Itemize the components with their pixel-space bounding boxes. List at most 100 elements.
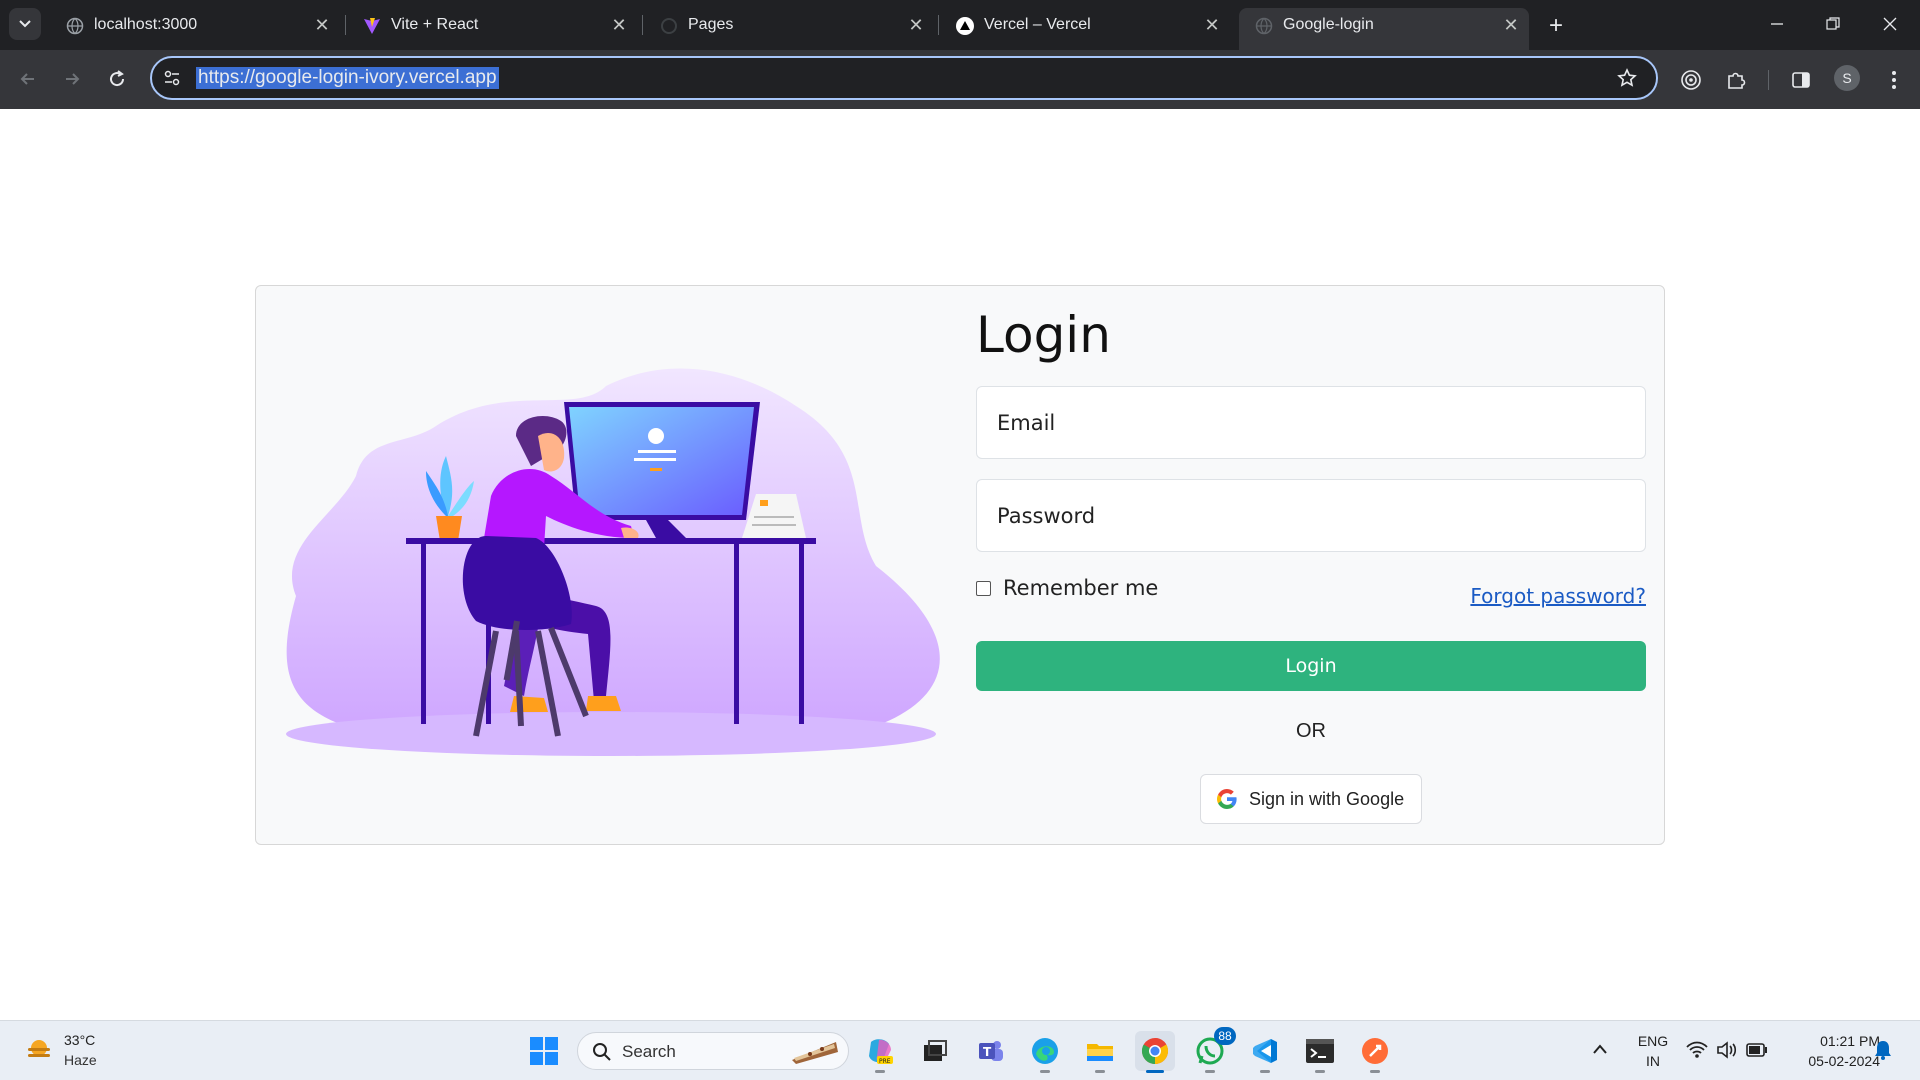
taskbar-teams[interactable]: T — [971, 1031, 1011, 1071]
windows-taskbar: 33°C Haze Search PRE T 88 ENG IN 01:21 P… — [0, 1020, 1920, 1080]
chrome-icon — [1141, 1037, 1169, 1065]
tab-title: localhost:3000 — [94, 16, 198, 33]
google-g-icon — [1217, 789, 1237, 809]
restore-icon — [1826, 17, 1840, 30]
clock-time[interactable]: 01:21 PM — [1780, 1033, 1880, 1049]
close-icon[interactable]: ✕ — [609, 15, 629, 35]
taskbar-edge[interactable] — [1025, 1031, 1065, 1073]
page-title: Login — [976, 306, 1111, 364]
globe-icon — [66, 17, 84, 35]
tab-localhost[interactable]: localhost:3000 ✕ — [50, 8, 340, 42]
address-bar[interactable]: https://google-login-ivory.vercel.app — [150, 56, 1658, 100]
login-form: Login Remember me Forgot password? Login… — [976, 286, 1646, 846]
close-window-button[interactable] — [1862, 0, 1918, 48]
teams-icon: T — [979, 1041, 1003, 1061]
menu-kebab-icon[interactable] — [1879, 65, 1909, 95]
notification-bell-icon[interactable] — [1874, 1040, 1892, 1060]
restore-button[interactable] — [1805, 0, 1861, 48]
checkbox-box[interactable] — [976, 580, 991, 596]
tab-google-login[interactable]: Google-login ✕ — [1239, 8, 1529, 50]
reload-icon — [110, 70, 125, 87]
input-language[interactable]: ENG — [1635, 1033, 1671, 1049]
taskbar-postman[interactable] — [1355, 1031, 1395, 1073]
folder-icon — [1087, 1044, 1113, 1061]
battery-icon[interactable] — [1746, 1043, 1768, 1057]
reload-button[interactable] — [101, 63, 133, 95]
running-indicator — [1040, 1070, 1050, 1073]
login-card: Login Remember me Forgot password? Login… — [255, 285, 1665, 845]
volume-icon[interactable] — [1716, 1041, 1738, 1059]
url-text[interactable]: https://google-login-ivory.vercel.app — [196, 67, 499, 89]
forgot-password-link[interactable]: Forgot password? — [1470, 584, 1646, 608]
tab-search-button[interactable] — [9, 8, 41, 40]
site-info-icon[interactable] — [162, 68, 182, 88]
running-indicator — [1205, 1070, 1215, 1073]
running-indicator — [1095, 1070, 1105, 1073]
taskbar-copilot[interactable]: PRE — [860, 1031, 900, 1073]
extensions-puzzle-icon[interactable] — [1721, 65, 1751, 95]
vite-icon — [363, 17, 381, 35]
github-icon — [660, 17, 678, 35]
taskbar-task-view[interactable] — [915, 1031, 955, 1071]
input-region[interactable]: IN — [1635, 1053, 1671, 1069]
haze-weather-icon[interactable] — [24, 1035, 54, 1065]
tab-title: Pages — [688, 16, 734, 33]
close-icon[interactable]: ✕ — [906, 15, 926, 35]
copilot-icon: PRE — [869, 1039, 893, 1065]
side-panel-icon[interactable] — [1786, 65, 1816, 95]
taskbar-whatsapp[interactable]: 88 — [1190, 1027, 1236, 1073]
google-sign-in-button[interactable]: Sign in with Google — [1200, 774, 1422, 824]
close-icon[interactable]: ✕ — [1501, 15, 1521, 35]
chevron-up-icon[interactable] — [1592, 1043, 1608, 1055]
taskbar-file-explorer[interactable] — [1080, 1031, 1120, 1073]
svg-text:T: T — [983, 1045, 992, 1059]
running-indicator — [1370, 1070, 1380, 1073]
tab-divider — [642, 15, 643, 35]
svg-text:PRE: PRE — [879, 1058, 891, 1065]
login-button[interactable]: Login — [976, 641, 1646, 691]
tab-title: Vite + React — [391, 16, 479, 33]
taskbar-vscode[interactable] — [1245, 1031, 1285, 1073]
extension-target-icon[interactable] — [1676, 65, 1706, 95]
weather-description: Haze — [64, 1052, 97, 1068]
remember-me-checkbox[interactable]: Remember me — [976, 576, 1158, 600]
start-button[interactable] — [524, 1031, 564, 1071]
arrow-left-icon — [20, 73, 34, 85]
password-field[interactable] — [976, 479, 1646, 552]
tab-divider — [345, 15, 346, 35]
taskbar-chrome[interactable] — [1135, 1031, 1175, 1073]
tab-title: Vercel – Vercel — [984, 16, 1091, 33]
tab-pages[interactable]: Pages ✕ — [644, 8, 934, 42]
edge-icon — [1032, 1038, 1058, 1064]
clock-date[interactable]: 05-02-2024 — [1780, 1053, 1880, 1069]
minimize-button[interactable] — [1749, 0, 1805, 48]
remember-me-label: Remember me — [1003, 576, 1159, 600]
tab-vercel[interactable]: Vercel – Vercel ✕ — [940, 8, 1230, 42]
close-icon — [1883, 17, 1897, 31]
arrow-right-icon — [66, 73, 80, 85]
running-indicator — [1315, 1070, 1325, 1073]
taskbar-terminal[interactable] — [1300, 1031, 1340, 1073]
close-icon[interactable]: ✕ — [312, 15, 332, 35]
tab-vite-react[interactable]: Vite + React ✕ — [347, 8, 637, 42]
windows-logo-icon — [530, 1037, 558, 1065]
running-indicator — [1260, 1070, 1270, 1073]
new-tab-button[interactable]: + — [1542, 12, 1570, 40]
toolbar-divider — [1768, 70, 1769, 90]
search-highlight-image-icon — [792, 1042, 838, 1064]
running-indicator — [875, 1070, 885, 1073]
close-icon[interactable]: ✕ — [1202, 15, 1222, 35]
search-label: Search — [622, 1042, 676, 1061]
vscode-icon — [1253, 1039, 1277, 1063]
globe-icon — [1255, 17, 1273, 35]
workspace-illustration — [286, 368, 940, 756]
back-button[interactable] — [12, 63, 44, 95]
email-field[interactable] — [976, 386, 1646, 459]
wifi-icon[interactable] — [1686, 1041, 1708, 1059]
browser-toolbar: https://google-login-ivory.vercel.app S — [0, 50, 1920, 109]
taskbar-search-box[interactable]: Search — [577, 1032, 849, 1070]
profile-avatar[interactable]: S — [1834, 65, 1860, 91]
terminal-icon — [1306, 1039, 1334, 1063]
bookmark-star-icon[interactable] — [1616, 67, 1638, 89]
forward-button[interactable] — [56, 63, 88, 95]
